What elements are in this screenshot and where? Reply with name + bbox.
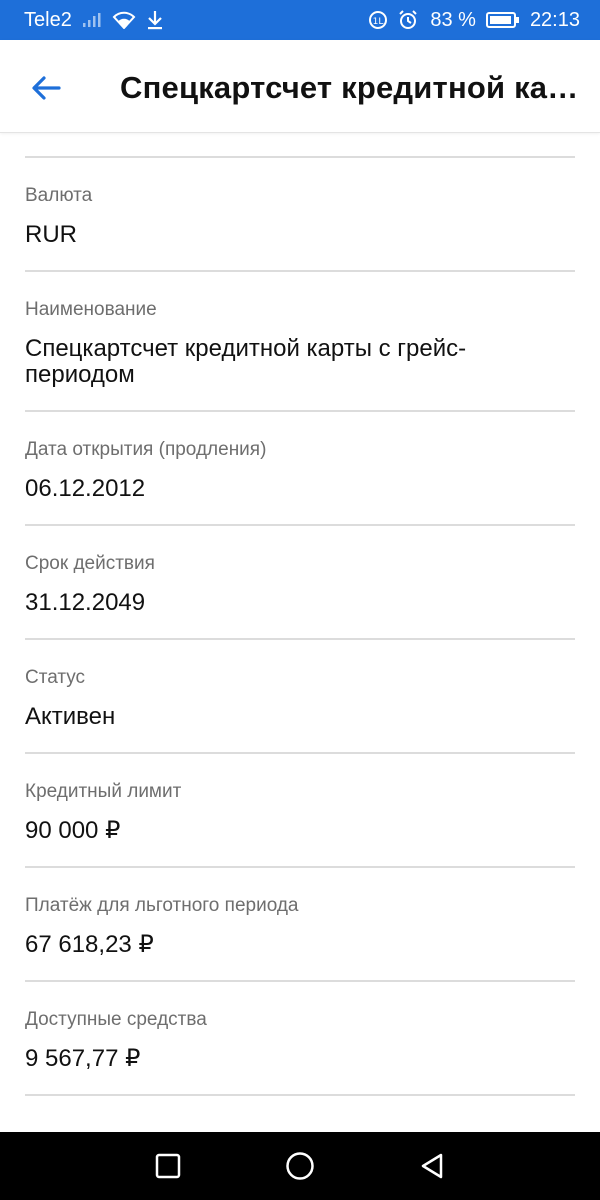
detail-row: Платёж для льготного периода 67 618,23 ₽ — [25, 868, 575, 982]
app-header: Спецкартсчет кредитной кар... — [0, 40, 600, 133]
status-bar: Tele2 1L 83 % 22:13 — [0, 0, 600, 40]
detail-row: Наименование Спецкартсчет кредитной карты… — [25, 272, 575, 412]
detail-row: Доступные средства 9 567,77 ₽ — [25, 982, 575, 1096]
status-right: 1L 83 % 22:13 — [368, 9, 580, 32]
detail-label: Платёж для льготного периода — [25, 895, 299, 916]
square-icon — [155, 1153, 181, 1179]
detail-label: Статус — [25, 667, 86, 688]
detail-value: 31.12.2049 — [25, 589, 146, 616]
battery-icon — [485, 11, 520, 29]
back-button[interactable] — [26, 68, 66, 108]
detail-value: 67 618,23 ₽ — [25, 931, 154, 958]
battery-percent: 83 % — [430, 8, 476, 31]
detail-row: Срок действия 31.12.2049 — [25, 526, 575, 640]
detail-value: Спецкартсчет кредитной карты с грейс-пер… — [25, 335, 467, 388]
recent-apps-button[interactable] — [148, 1146, 188, 1186]
detail-label: Наименование — [25, 299, 157, 320]
detail-label: Доступные средства — [25, 1009, 207, 1030]
detail-value: Активен — [25, 703, 116, 730]
carrier-name: Tele2 — [24, 8, 72, 31]
circle-icon — [286, 1152, 314, 1180]
status-left: Tele2 — [24, 9, 164, 32]
clock: 22:13 — [529, 8, 580, 31]
field-list: Валюта RUR Наименование Спецкартсчет кредит… — [0, 158, 600, 1096]
data-saver-icon: 1L — [368, 10, 388, 30]
detail-row: Валюта RUR — [25, 158, 575, 272]
triangle-back-icon — [421, 1153, 443, 1179]
detail-value: RUR — [25, 221, 77, 248]
signal-icon — [82, 12, 102, 28]
detail-row: Статус Активен — [25, 640, 575, 754]
detail-label: Кредитный лимит — [25, 781, 182, 802]
page-title: Спецкартсчет кредитной кар... — [120, 70, 580, 105]
detail-label: Срок действия — [25, 553, 155, 574]
alarm-icon — [398, 10, 418, 30]
detail-row: Дата открытия (продления) 06.12.2012 — [25, 412, 575, 526]
detail-value: 06.12.2012 — [25, 475, 146, 502]
detail-value: 90 000 ₽ — [25, 817, 121, 844]
back-nav-button[interactable] — [412, 1146, 452, 1186]
arrow-left-icon — [32, 76, 61, 100]
screen: Tele2 1L 83 % 22:13 Спецкартсчет кредитн… — [0, 0, 600, 1200]
detail-label: Валюта — [25, 185, 93, 206]
wifi-icon — [112, 11, 136, 29]
detail-row: Кредитный лимит 90 000 ₽ — [25, 754, 575, 868]
detail-label: Дата открытия (продления) — [25, 439, 267, 460]
detail-value: 9 567,77 ₽ — [25, 1045, 141, 1072]
account-details: Валюта RUR Наименование Спецкартсчет кредит… — [0, 134, 600, 1096]
navigation-bar — [0, 1132, 600, 1200]
svg-text:1L: 1L — [373, 17, 384, 27]
download-icon — [146, 10, 164, 30]
home-button[interactable] — [280, 1146, 320, 1186]
